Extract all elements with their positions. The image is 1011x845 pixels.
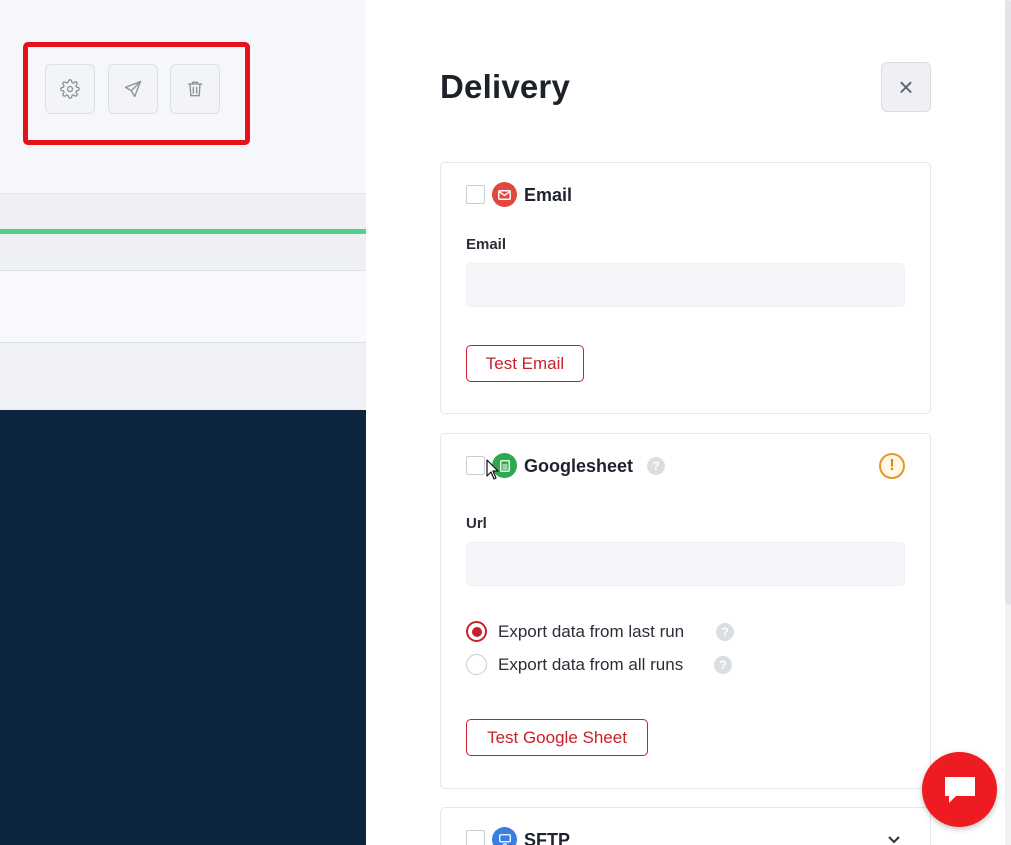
send-button[interactable]	[108, 64, 158, 114]
url-field[interactable]	[466, 542, 905, 586]
background-table-row	[0, 271, 366, 343]
background-table-header	[0, 193, 366, 229]
export-all-runs-radio[interactable]	[466, 654, 487, 675]
googlesheet-checkbox[interactable]	[466, 456, 485, 475]
mouse-cursor-icon	[486, 459, 499, 480]
scrollbar-track[interactable]	[1005, 0, 1011, 845]
sftp-delivery-card[interactable]: SFTP	[440, 807, 931, 845]
sftp-checkbox[interactable]	[466, 830, 485, 845]
envelope-icon	[492, 182, 517, 207]
chevron-down-icon[interactable]	[887, 832, 900, 844]
export-all-runs-label: Export data from all runs	[498, 655, 684, 674]
export-all-runs-help-icon[interactable]: ?	[714, 656, 732, 674]
test-google-sheet-button[interactable]: Test Google Sheet	[466, 719, 648, 756]
settings-button[interactable]	[45, 64, 95, 114]
url-field-label: Url	[466, 515, 487, 532]
test-email-button[interactable]: Test Email	[466, 345, 584, 382]
sftp-service-name: SFTP	[524, 830, 571, 845]
close-button[interactable]: ×	[881, 62, 931, 112]
export-last-run-help-icon[interactable]: ?	[716, 623, 734, 641]
delivery-panel: Delivery × Email Email Test Email Google…	[366, 0, 1011, 845]
email-service-name: Email	[524, 185, 573, 205]
export-last-run-radio[interactable]	[466, 621, 487, 642]
server-icon	[492, 827, 517, 845]
email-field[interactable]	[466, 263, 905, 307]
googlesheet-delivery-card: Googlesheet ? ! Url Export data from las…	[440, 433, 931, 789]
warning-icon[interactable]: !	[879, 453, 905, 479]
email-delivery-card: Email Email Test Email	[440, 162, 931, 414]
googlesheet-service-name: Googlesheet	[524, 456, 634, 476]
chat-button[interactable]	[922, 752, 997, 827]
export-last-run-label: Export data from last run	[498, 622, 685, 641]
send-icon	[124, 80, 142, 98]
gear-icon	[60, 79, 80, 99]
close-icon: ×	[898, 72, 914, 102]
panel-title: Delivery	[440, 68, 571, 105]
scrollbar-thumb[interactable]	[1005, 0, 1011, 605]
email-field-label: Email	[466, 236, 507, 253]
background-table-row	[0, 234, 366, 271]
email-checkbox[interactable]	[466, 185, 485, 204]
delete-button[interactable]	[170, 64, 220, 114]
trash-icon	[187, 81, 203, 97]
chat-icon	[944, 776, 975, 803]
googlesheet-help-icon[interactable]: ?	[647, 457, 665, 475]
background-footer	[0, 410, 366, 845]
background-table-row	[0, 343, 366, 410]
